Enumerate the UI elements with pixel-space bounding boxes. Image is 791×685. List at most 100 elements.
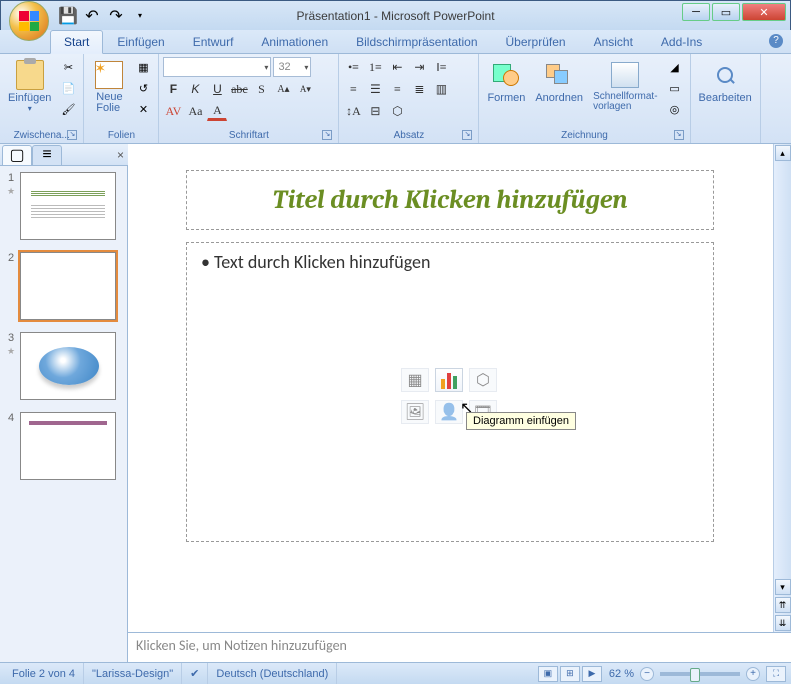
cut-button[interactable]: ✂: [57, 57, 79, 77]
tab-einfuegen[interactable]: Einfügen: [103, 30, 178, 53]
tab-ueberpruefen[interactable]: Überprüfen: [492, 30, 580, 53]
new-slide-button[interactable]: Neue Folie: [88, 57, 130, 116]
launcher-icon[interactable]: ↘: [322, 130, 332, 140]
redo-button[interactable]: ↷: [105, 5, 127, 27]
notes-pane[interactable]: Klicken Sie, um Notizen hinzuzufügen: [128, 632, 791, 662]
slide-indicator[interactable]: Folie 2 von 4: [4, 663, 84, 684]
shape-outline-button[interactable]: ▭: [664, 78, 686, 98]
bullets-button[interactable]: •≡: [343, 57, 363, 77]
thumbnail[interactable]: 1★: [0, 166, 127, 246]
shape-fill-button[interactable]: ◢: [664, 57, 686, 77]
insert-picture-icon[interactable]: 🖼: [401, 400, 429, 424]
grow-font-button[interactable]: A▴: [273, 79, 293, 99]
shape-effects-button[interactable]: ◎: [664, 99, 686, 119]
bold-button[interactable]: F: [163, 79, 183, 99]
workspace: 1★ 2 3★ 4 Titel durch Klicken hinzufügen…: [0, 144, 791, 662]
spellcheck-icon[interactable]: ✔: [182, 663, 208, 684]
quickstyles-button[interactable]: Schnellformat- vorlagen: [589, 57, 661, 114]
group-font: 32 F K U abc S A▴ A▾ AV Aa A Schriftart↘: [159, 54, 339, 143]
insert-chart-icon[interactable]: [435, 368, 463, 392]
shapes-button[interactable]: Formen: [483, 57, 529, 106]
maximize-button[interactable]: ▭: [712, 3, 740, 21]
smartart-button[interactable]: ⬡: [387, 101, 407, 121]
shadow-button[interactable]: S: [251, 79, 271, 99]
tab-entwurf[interactable]: Entwurf: [179, 30, 248, 53]
font-color-button[interactable]: A: [207, 101, 227, 121]
undo-button[interactable]: ↶: [81, 5, 103, 27]
group-clipboard: Einfügen▾ ✂ 📄 🖌 Zwischena...↘: [0, 54, 84, 143]
scroll-up-icon[interactable]: ▴: [775, 145, 791, 161]
columns-button[interactable]: ▥: [431, 79, 451, 99]
fit-window-button[interactable]: ⛶: [766, 666, 786, 682]
layout-button[interactable]: ▦: [132, 57, 154, 77]
copy-button[interactable]: 📄: [57, 78, 79, 98]
align-text-button[interactable]: ⊟: [365, 101, 385, 121]
slides-tab[interactable]: ▢: [2, 145, 32, 165]
format-painter-button[interactable]: 🖌: [57, 99, 79, 119]
arrange-button[interactable]: Anordnen: [531, 57, 587, 106]
insert-clipart-icon[interactable]: 👤: [435, 400, 463, 424]
paste-button[interactable]: Einfügen▾: [4, 57, 55, 115]
canvas-area[interactable]: Titel durch Klicken hinzufügen Text durc…: [128, 144, 791, 632]
outline-tab[interactable]: ≡: [32, 145, 62, 165]
content-placeholder[interactable]: Text durch Klicken hinzufügen ▦ ⬡ 🖼 👤 🎞 …: [186, 242, 714, 542]
font-family-combo[interactable]: [163, 57, 271, 77]
zoom-out-button[interactable]: −: [640, 667, 654, 681]
char-spacing-button[interactable]: AV: [163, 101, 183, 121]
align-center-button[interactable]: ☰: [365, 79, 385, 99]
zoom-level[interactable]: 62 %: [603, 668, 640, 680]
qat-customize[interactable]: ▾: [129, 5, 151, 27]
insert-smartart-icon[interactable]: ⬡: [469, 368, 497, 392]
justify-button[interactable]: ≣: [409, 79, 429, 99]
strike-button[interactable]: abc: [229, 79, 249, 99]
underline-button[interactable]: U: [207, 79, 227, 99]
panel-close-icon[interactable]: ×: [117, 148, 124, 162]
help-icon[interactable]: ?: [769, 34, 783, 48]
thumbnail[interactable]: 3★: [0, 326, 127, 406]
indent-dec-button[interactable]: ⇤: [387, 57, 407, 77]
align-right-button[interactable]: ≡: [387, 79, 407, 99]
scroll-down-icon[interactable]: ▾: [775, 579, 791, 595]
find-button[interactable]: Bearbeiten: [695, 57, 756, 106]
zoom-in-button[interactable]: +: [746, 667, 760, 681]
delete-slide-button[interactable]: ✕: [132, 99, 154, 119]
thumbnail[interactable]: 2: [0, 246, 127, 326]
align-left-button[interactable]: ≡: [343, 79, 363, 99]
title-placeholder[interactable]: Titel durch Klicken hinzufügen: [186, 170, 714, 230]
minimize-button[interactable]: ─: [682, 3, 710, 21]
shrink-font-button[interactable]: A▾: [295, 79, 315, 99]
sorter-view-button[interactable]: ⊞: [560, 666, 580, 682]
numbering-button[interactable]: 1≡: [365, 57, 385, 77]
launcher-icon[interactable]: ↘: [462, 130, 472, 140]
text-direction-button[interactable]: ↕A: [343, 101, 363, 121]
language-indicator[interactable]: Deutsch (Deutschland): [208, 663, 337, 684]
normal-view-button[interactable]: ▣: [538, 666, 558, 682]
tab-ansicht[interactable]: Ansicht: [580, 30, 647, 53]
office-button[interactable]: [9, 1, 49, 41]
next-slide-icon[interactable]: ⇊: [775, 615, 791, 631]
reset-button[interactable]: ↺: [132, 78, 154, 98]
theme-indicator[interactable]: "Larissa-Design": [84, 663, 182, 684]
slide-canvas[interactable]: Titel durch Klicken hinzufügen Text durc…: [170, 156, 730, 556]
indent-inc-button[interactable]: ⇥: [409, 57, 429, 77]
prev-slide-icon[interactable]: ⇈: [775, 597, 791, 613]
vertical-scrollbar[interactable]: ▴ ▾ ⇈ ⇊: [773, 144, 791, 632]
slideshow-view-button[interactable]: ▶: [582, 666, 602, 682]
italic-button[interactable]: K: [185, 79, 205, 99]
tab-start[interactable]: Start: [50, 30, 103, 54]
launcher-icon[interactable]: ↘: [674, 130, 684, 140]
ribbon-tabs: Start Einfügen Entwurf Animationen Bilds…: [0, 30, 791, 54]
change-case-button[interactable]: Aa: [185, 101, 205, 121]
editor-area: Titel durch Klicken hinzufügen Text durc…: [128, 144, 791, 662]
launcher-icon[interactable]: ↘: [67, 130, 77, 140]
line-spacing-button[interactable]: ‖≡: [431, 57, 451, 77]
insert-table-icon[interactable]: ▦: [401, 368, 429, 392]
close-button[interactable]: ✕: [742, 3, 786, 21]
zoom-slider[interactable]: [660, 672, 740, 676]
tab-addins[interactable]: Add-Ins: [647, 30, 716, 53]
save-button[interactable]: 💾: [57, 5, 79, 27]
thumbnail[interactable]: 4: [0, 406, 127, 486]
font-size-combo[interactable]: 32: [273, 57, 311, 77]
tab-animationen[interactable]: Animationen: [247, 30, 342, 53]
tab-bildschirm[interactable]: Bildschirmpräsentation: [342, 30, 491, 53]
